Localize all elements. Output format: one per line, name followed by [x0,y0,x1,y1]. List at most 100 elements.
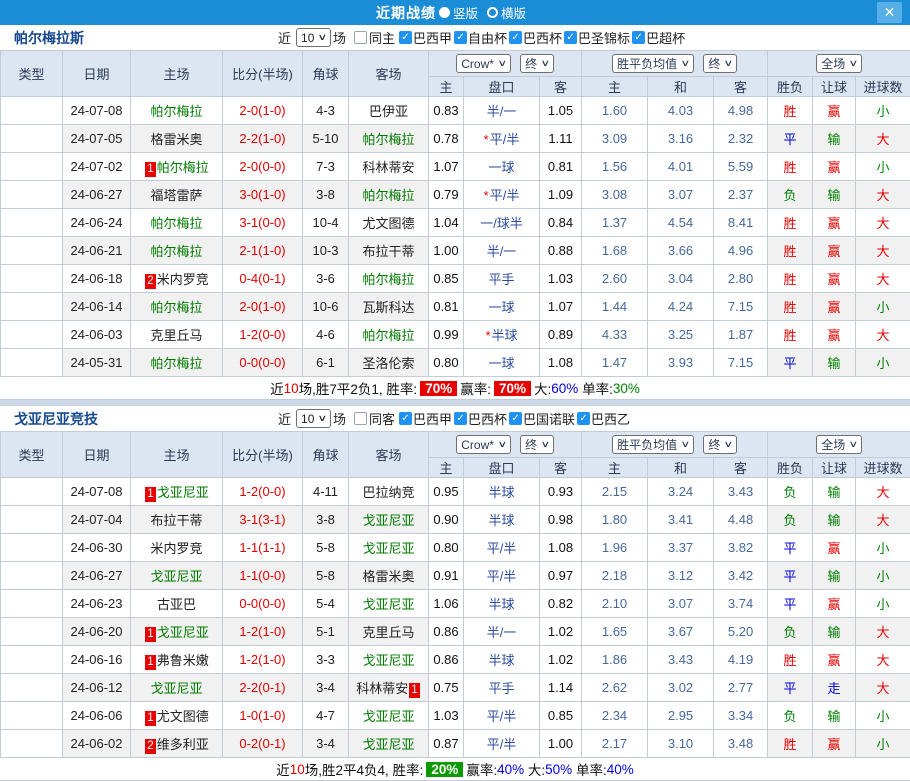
match-row: 巴西甲24-07-05格雷米奥2-2(1-0)5-10帕尔梅拉0.78*平/半1… [1,125,910,153]
bookmaker-select[interactable]: Crow*∨ [456,435,510,454]
close-button[interactable]: ✕ [877,2,902,23]
checkbox-checked-icon[interactable] [509,412,522,425]
final-odds-select[interactable]: 终∨ [520,54,554,73]
league-filter[interactable]: 巴国诺联 [507,409,575,428]
handicap-cell: 半球 [464,646,540,674]
avg-away-cell: 5.59 [714,153,768,181]
goals-result-cell: 大 [856,506,910,534]
rank-badge: 1 [145,711,155,726]
summary-text: 大: [534,378,551,398]
match-row: 巴西甲24-07-081戈亚尼亚1-2(0-0)4-11巴拉纳竞0.95半球0.… [1,478,910,506]
chevron-down-icon: ∨ [497,439,507,450]
scope-select[interactable]: 全场∨ [816,54,862,73]
league-filter[interactable]: 巴西乙 [575,409,630,428]
match-row: 巴西甲24-06-182米内罗竞0-4(0-1)3-6帕尔梅拉0.85平手1.0… [1,265,910,293]
result-cell: 平 [768,125,813,153]
date-cell: 24-07-05 [63,125,131,153]
avg-type-select[interactable]: 胜平负均值∨ [612,435,694,454]
scope-select[interactable]: 全场∨ [816,435,862,454]
goals-result-cell: 小 [856,97,910,125]
checkbox-checked-icon[interactable] [509,31,522,44]
col-home: 主场 [131,51,223,97]
corner-cell: 3-6 [303,265,349,293]
match-row: 巴西甲24-06-12戈亚尼亚2-2(0-1)3-4科林蒂安10.75平手1.1… [1,674,910,702]
radio-horizontal-icon[interactable] [487,7,498,18]
same-venue-label: 同主 [369,28,395,47]
league-filter[interactable]: 巴超杯 [630,28,685,47]
checkbox-checked-icon[interactable] [454,412,467,425]
match-count-select[interactable]: 10∨ [296,409,331,428]
away-odds-cell: 0.81 [540,153,582,181]
score-cell: 3-0(1-0) [223,181,303,209]
final-avg-select[interactable]: 终∨ [703,435,737,454]
checkbox-checked-icon[interactable] [399,412,412,425]
league-filter[interactable]: 巴西杯 [507,28,562,47]
away-odds-cell: 0.98 [540,506,582,534]
result-cell: 胜 [768,237,813,265]
away-team-cell: 戈亚尼亚 [349,646,429,674]
league-type-cell: 巴西甲 [1,321,63,349]
corner-cell: 10-3 [303,237,349,265]
team-name-text: 帕尔梅拉 [150,356,202,371]
same-venue-checkbox[interactable] [354,31,367,44]
avg-home-cell: 2.10 [582,590,648,618]
avg-home-cell: 2.17 [582,730,648,758]
goals-result-cell: 大 [856,674,910,702]
handicap-cell: 平/半 [464,534,540,562]
checkbox-checked-icon[interactable] [564,31,577,44]
home-team-cell: 戈亚尼亚 [131,674,223,702]
avg-away-cell: 4.98 [714,97,768,125]
away-team-cell: 克里丘马 [349,618,429,646]
avg-away-cell: 3.43 [714,478,768,506]
league-filter[interactable]: 巴圣锦标 [562,28,630,47]
away-odds-cell: 0.82 [540,590,582,618]
away-team-cell: 巴伊亚 [349,97,429,125]
handicap-result-cell: 赢 [813,209,856,237]
home-team-cell: 克里丘马 [131,321,223,349]
col-away: 客场 [349,51,429,97]
matches-label: 场 [333,28,346,47]
match-count-select[interactable]: 10∨ [296,28,331,47]
team-name-text: 帕尔梅拉 [362,132,414,147]
team-name: 帕尔梅拉斯 [0,28,278,48]
score-cell: 2-0(1-0) [223,293,303,321]
checkbox-checked-icon[interactable] [632,31,645,44]
checkbox-checked-icon[interactable] [577,412,590,425]
date-cell: 24-06-21 [63,237,131,265]
home-team-cell: 帕尔梅拉 [131,293,223,321]
league-filter[interactable]: 自由杯 [452,28,507,47]
home-odds-cell: 0.80 [429,349,464,377]
date-cell: 24-07-04 [63,506,131,534]
checkbox-checked-icon[interactable] [454,31,467,44]
final-avg-select[interactable]: 终∨ [703,54,737,73]
avg-home-cell: 1.37 [582,209,648,237]
home-team-cell: 帕尔梅拉 [131,97,223,125]
score-cell: 1-0(1-0) [223,702,303,730]
bookmaker-select[interactable]: Crow*∨ [456,54,510,73]
handicap-result-cell: 赢 [813,265,856,293]
final-odds-select[interactable]: 终∨ [520,435,554,454]
home-odds-cell: 0.78 [429,125,464,153]
league-filter[interactable]: 巴西甲 [397,409,452,428]
avg-draw-cell: 3.12 [648,562,714,590]
score-cell: 2-2(1-0) [223,125,303,153]
away-team-cell: 科林蒂安1 [349,674,429,702]
team-name-text: 弗鲁米嫩 [157,653,209,668]
summary-text: 10 [290,762,305,777]
home-team-cell: 2米内罗竞 [131,265,223,293]
avg-type-select[interactable]: 胜平负均值∨ [612,54,694,73]
col-odds-away: 客 [540,458,582,478]
checkbox-checked-icon[interactable] [399,31,412,44]
match-row: 巴西甲24-06-27戈亚尼亚1-1(0-0)5-8格雷米奥0.91平/半0.9… [1,562,910,590]
radio-vertical-icon[interactable] [439,7,450,18]
league-filter[interactable]: 巴西甲 [397,28,452,47]
handicap-cell: 一球 [464,349,540,377]
same-venue-checkbox[interactable] [354,412,367,425]
league-filter-label: 巴西甲 [413,28,452,47]
avg-home-cell: 1.86 [582,646,648,674]
score-cell: 1-1(0-0) [223,562,303,590]
league-type-cell: 巴西甲 [1,534,63,562]
league-filter[interactable]: 巴西杯 [452,409,507,428]
league-type-cell: 巴西甲 [1,237,63,265]
handicap-cell: 一/球半 [464,209,540,237]
